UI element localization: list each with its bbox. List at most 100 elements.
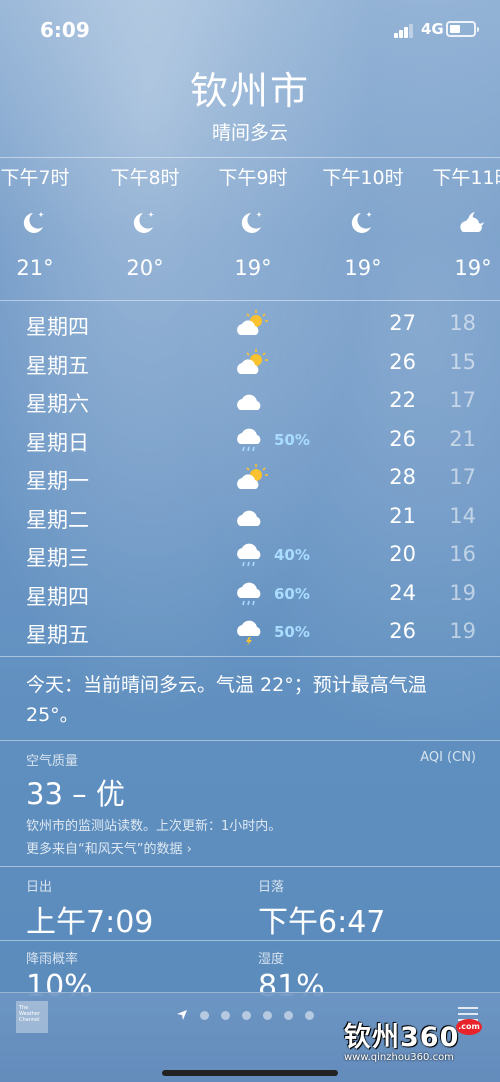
high-temp: 20 (389, 542, 416, 566)
day-name: 星期五 (26, 623, 89, 647)
aqi-label: 空气质量 (26, 754, 79, 769)
moon-icon (198, 198, 308, 248)
daily-forecast[interactable]: 星期四 27 18 星期五 26 15 星期六 22 17 星期日 50% 26… (0, 306, 500, 653)
moon-icon (308, 198, 418, 248)
divider (0, 940, 500, 941)
moon-icon (0, 198, 90, 248)
hourly-forecast[interactable]: 下午7时 21° 下午8时 20° 下午9时 19° 下午10时 19° 下午1… (0, 158, 500, 300)
high-temp: 24 (389, 580, 416, 605)
aqi-scale: AQI (CN) (420, 750, 476, 765)
location-header: 钦州市 晴间多云 (0, 68, 500, 145)
low-temp: 15 (449, 349, 476, 374)
page-dot[interactable] (200, 1010, 209, 1020)
list-item: 星期一 28 17 (0, 460, 500, 499)
sunrise-value: 上午7:09 (26, 905, 154, 940)
signal-icon (394, 24, 414, 38)
divider (0, 300, 500, 301)
sunset-value: 下午6:47 (258, 905, 386, 940)
hour-item: 下午7时 21° (0, 158, 90, 288)
day-name: 星期三 (26, 546, 89, 570)
cloud-icon (234, 502, 270, 532)
page-dot[interactable] (242, 1010, 251, 1020)
hour-time: 下午10时 (322, 167, 404, 189)
sunset-detail: 日落 下午6:47 (258, 876, 478, 941)
partly-sunny-icon (234, 309, 270, 339)
day-name: 星期二 (26, 507, 89, 532)
low-temp: 17 (449, 465, 476, 489)
list-item: 星期四 27 18 (0, 306, 500, 345)
page-dot[interactable] (263, 1010, 272, 1020)
hour-time: 下午9时 (218, 167, 288, 189)
hour-temp: 21° (16, 256, 54, 280)
current-condition: 晴间多云 (211, 122, 288, 144)
high-temp: 26 (389, 426, 416, 451)
cloudy-moon-icon (418, 198, 500, 248)
list-item: 星期四 60% 24 19 (0, 576, 500, 615)
hour-temp: 20° (126, 256, 164, 280)
divider (0, 740, 500, 741)
high-temp: 27 (389, 311, 416, 335)
list-item: 星期二 21 14 (0, 499, 500, 538)
aqi-value: 33 – 优 (26, 777, 125, 811)
precip-chance: 50% (274, 430, 310, 449)
partly-sunny-icon (234, 348, 270, 378)
site-watermark: 钦州360 .com www.qinzhou360.com (344, 1015, 484, 1065)
thunderstorm-icon (234, 617, 270, 647)
air-quality-section: 空气质量 AQI (CN) 33 – 优 钦州市的监测站读数。上次更新：1小时内… (26, 750, 476, 859)
battery-icon (446, 21, 479, 37)
hour-item: 下午9时 19° (198, 158, 308, 288)
aqi-source-note: 钦州市的监测站读数。上次更新：1小时内。 (26, 819, 282, 834)
low-temp: 14 (449, 503, 476, 528)
low-temp: 16 (449, 542, 476, 566)
humidity-label: 湿度 (258, 952, 285, 967)
list-item: 星期六 22 17 (0, 383, 500, 422)
more-data-link[interactable]: 更多来自“和风天气”的数据 › (26, 840, 476, 859)
hour-time: 下午11时 (432, 167, 500, 189)
divider (0, 656, 500, 657)
page-dot[interactable] (305, 1010, 314, 1020)
sunrise-detail: 日出 上午7:09 (26, 876, 246, 941)
rain-chance-label: 降雨概率 (26, 952, 79, 967)
day-name: 星期四 (26, 584, 89, 609)
high-temp: 26 (389, 349, 416, 374)
divider (0, 866, 500, 867)
list-item: 星期日 50% 26 21 (0, 422, 500, 461)
day-name: 星期六 (26, 392, 89, 416)
low-temp: 21 (449, 426, 476, 451)
hour-time: 下午7时 (0, 167, 70, 189)
list-item: 星期五 50% 26 19 (0, 614, 500, 653)
day-name: 星期一 (26, 469, 89, 493)
hour-item: 下午10时 19° (308, 158, 418, 288)
low-temp: 17 (449, 388, 476, 412)
day-name: 星期五 (26, 353, 89, 378)
page-indicator[interactable] (176, 1009, 314, 1021)
page-dot[interactable] (221, 1010, 230, 1020)
weather-channel-logo[interactable]: The Weather Channel (16, 1001, 48, 1033)
day-name: 星期日 (26, 430, 89, 455)
sunset-label: 日落 (258, 880, 285, 895)
hour-time: 下午8时 (110, 167, 180, 189)
hour-temp: 19° (454, 256, 492, 280)
location-arrow-icon (177, 1010, 187, 1020)
rain-icon (234, 540, 270, 570)
sunrise-label: 日出 (26, 880, 53, 895)
partly-sunny-icon (234, 463, 270, 493)
page-dot[interactable] (284, 1010, 293, 1020)
day-name: 星期四 (26, 315, 89, 339)
status-bar: 6:09 4G (0, 0, 500, 60)
watermark-com-badge: .com (456, 1019, 482, 1035)
high-temp: 26 (389, 619, 416, 643)
home-indicator[interactable] (162, 1070, 338, 1076)
list-item: 星期三 40% 20 16 (0, 537, 500, 576)
moon-icon (90, 198, 200, 248)
status-time: 6:09 (40, 18, 90, 42)
precip-chance: 50% (274, 623, 310, 641)
rain-icon (234, 425, 270, 455)
today-summary: 今天：当前晴间多云。气温 22°；预计最高气温 25°。 (26, 674, 427, 726)
low-temp: 19 (449, 619, 476, 643)
high-temp: 28 (389, 465, 416, 489)
list-item: 星期五 26 15 (0, 345, 500, 384)
watermark-url: www.qinzhou360.com (344, 1052, 454, 1063)
hour-temp: 19° (344, 256, 382, 280)
hour-item: 下午11时 19° (418, 158, 500, 288)
